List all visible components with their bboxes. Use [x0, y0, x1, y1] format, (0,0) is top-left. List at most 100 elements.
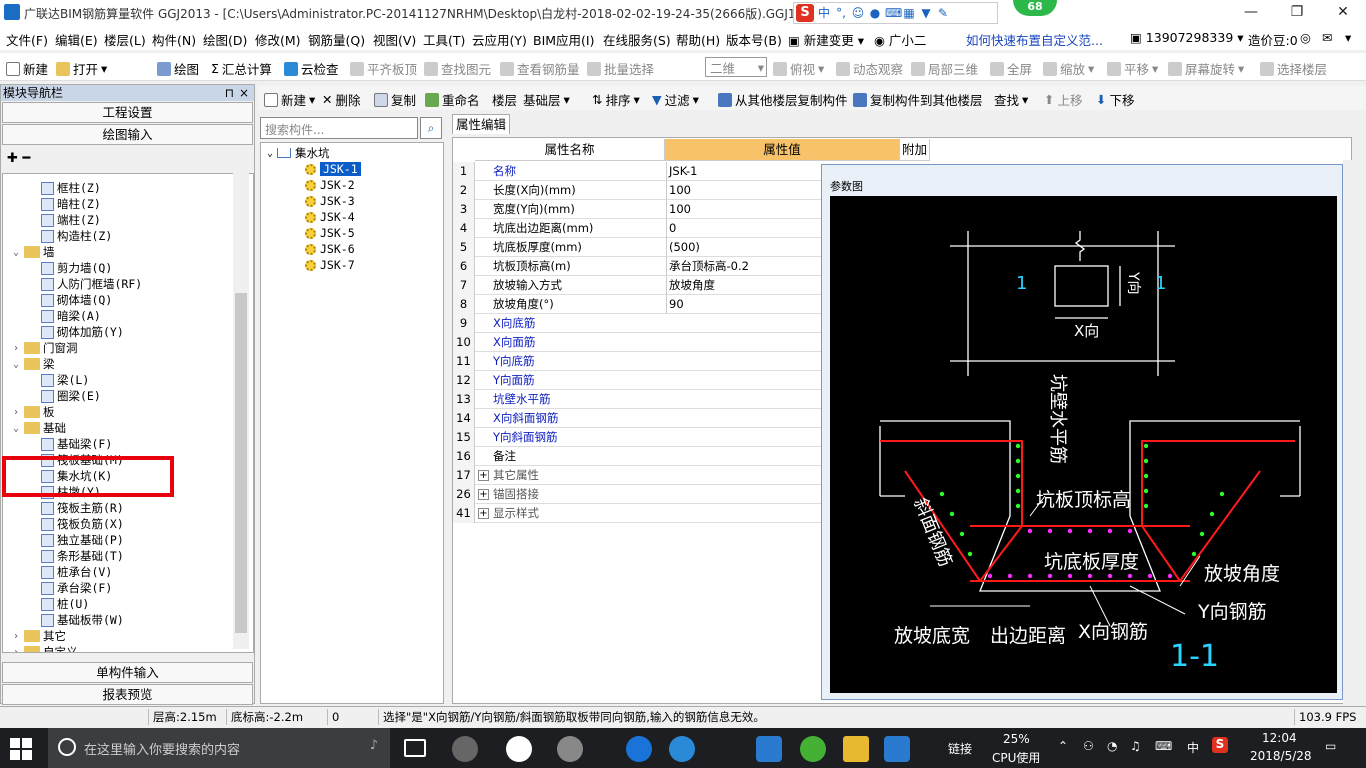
account-menu[interactable]: ▣ 13907298339 ▾: [1130, 30, 1244, 45]
property-row[interactable]: 26 + 锚固搭接: [453, 485, 823, 504]
property-row[interactable]: 1 名称 JSK-1: [453, 162, 823, 181]
collapse-icon[interactable]: ⌄: [267, 148, 273, 159]
tree-folder[interactable]: ⌄ 基础: [11, 420, 66, 436]
coin-icon[interactable]: ◎: [1300, 30, 1311, 45]
property-value[interactable]: 100: [666, 200, 823, 219]
property-row[interactable]: 11 Y向底筋: [453, 352, 823, 371]
microphone-icon[interactable]: ♪: [370, 738, 378, 753]
tree-item[interactable]: 端柱(Z): [41, 212, 101, 228]
mail-icon[interactable]: ✉: [1322, 30, 1332, 45]
property-row[interactable]: 41 + 显示样式: [453, 504, 823, 523]
property-value[interactable]: JSK-1: [666, 162, 823, 181]
fan-app-icon[interactable]: [452, 736, 478, 762]
expand-icon[interactable]: ›: [11, 343, 21, 354]
collapse-icon[interactable]: ⌄: [11, 247, 21, 258]
menu-version[interactable]: 版本号(B): [726, 30, 782, 49]
menu-draw[interactable]: 绘图(D): [203, 30, 247, 49]
notification-icon[interactable]: ▭: [1325, 739, 1336, 753]
tree-folder[interactable]: › 其它: [11, 628, 66, 644]
ime-toolbar[interactable]: S 中 °, ☺ ● ⌨ ▦ ▼ ✎: [793, 2, 998, 24]
expand-icon[interactable]: ›: [11, 631, 21, 642]
drawing-input-button[interactable]: 绘图输入: [2, 124, 253, 145]
tree-item[interactable]: 框柱(Z): [41, 180, 101, 196]
keyboard-icon[interactable]: ⌨: [885, 6, 902, 20]
wifi-icon[interactable]: ◔: [1107, 739, 1117, 753]
clock-date[interactable]: 2018/5/28: [1250, 749, 1312, 763]
tree-folder[interactable]: › 自定义: [11, 644, 78, 652]
property-row[interactable]: 13 坑壁水平筋: [453, 390, 823, 409]
clock-time[interactable]: 12:04: [1262, 731, 1297, 745]
property-value[interactable]: (500): [666, 238, 823, 257]
badge-68[interactable]: 68: [1013, 0, 1057, 16]
batch-select-button[interactable]: 批量选择: [587, 59, 654, 78]
property-row[interactable]: 12 Y向面筋: [453, 371, 823, 390]
find-element-button[interactable]: 查找图元: [424, 59, 491, 78]
menu-help[interactable]: 帮助(H): [676, 30, 720, 49]
open-button[interactable]: 打开 ▾: [56, 59, 107, 78]
green-app-icon[interactable]: [800, 736, 826, 762]
tree-folder[interactable]: ⌄ 梁: [11, 356, 55, 372]
more-icon[interactable]: ▾: [1345, 30, 1351, 45]
close-button[interactable]: ✕: [1320, 0, 1366, 25]
property-value[interactable]: 100: [666, 181, 823, 200]
emoji-icon[interactable]: ☺: [851, 6, 865, 20]
left-tree-scrollbar[interactable]: [233, 173, 249, 649]
plus-app-icon[interactable]: [884, 736, 910, 762]
skin-icon[interactable]: ▦: [902, 6, 916, 20]
property-row[interactable]: 14 X向斜面钢筋: [453, 409, 823, 428]
hint-link[interactable]: 如何快速布置自定义范...: [966, 30, 1103, 49]
tree-folder[interactable]: ⌄ 墙: [11, 244, 55, 260]
people-icon[interactable]: ⚇: [1083, 739, 1094, 753]
tree-item[interactable]: 砌体墙(Q): [41, 292, 112, 308]
tree-folder[interactable]: › 门窗洞: [11, 340, 78, 356]
menu-file[interactable]: 文件(F): [6, 30, 48, 49]
property-row[interactable]: 10 X向面筋: [453, 333, 823, 352]
keyboard-tray-icon[interactable]: ⌨: [1155, 739, 1172, 753]
tree-item[interactable]: 人防门框墙(RF): [41, 276, 142, 292]
chrome-icon[interactable]: [557, 736, 583, 762]
close-panel-icon[interactable]: ×: [239, 85, 249, 101]
ime-mode-label[interactable]: 中: [817, 6, 831, 20]
tree-item[interactable]: 构造柱(Z): [41, 228, 112, 244]
menu-floor[interactable]: 楼层(L): [104, 30, 146, 49]
property-value[interactable]: 0: [666, 219, 823, 238]
top-view-button[interactable]: 俯视 ▾: [773, 59, 824, 78]
property-row[interactable]: 16 备注: [453, 447, 823, 466]
tree-item[interactable]: 基础板带(W): [41, 612, 124, 628]
view-rebar-button[interactable]: 查看钢筋量: [500, 59, 580, 78]
tree-item[interactable]: 圈梁(E): [41, 388, 101, 404]
menu-cloud[interactable]: 云应用(Y): [472, 30, 527, 49]
cloud-check-button[interactable]: 云检查: [284, 59, 339, 78]
view-mode-select[interactable]: 二维 ▾: [705, 57, 767, 77]
pin-icon[interactable]: ⊓: [225, 85, 234, 101]
component-item[interactable]: JSK-4: [305, 209, 355, 225]
wrench-icon[interactable]: ✎: [936, 6, 950, 20]
menu-bim[interactable]: BIM应用(I): [533, 30, 595, 49]
tree-item[interactable]: 筏板负筋(X): [41, 516, 124, 532]
comp-delete-button[interactable]: ✕ 删除: [322, 90, 361, 109]
draw-button[interactable]: 绘图: [157, 59, 199, 78]
expand-all-icon[interactable]: ✚: [7, 151, 18, 166]
component-item[interactable]: JSK-1: [305, 161, 361, 177]
tray-ime[interactable]: 中: [1187, 739, 1199, 756]
volume-icon[interactable]: ♫: [1130, 739, 1141, 753]
flush-board-top-button[interactable]: 平齐板顶: [350, 59, 417, 78]
tab-property-edit[interactable]: 属性编辑: [452, 114, 510, 134]
component-item[interactable]: JSK-7: [305, 257, 355, 273]
assistant-menu[interactable]: ◉ 广小二: [874, 30, 926, 49]
property-row[interactable]: 8 放坡角度(°) 90: [453, 295, 823, 314]
search-icon[interactable]: ⌕: [420, 117, 442, 139]
menu-component[interactable]: 构件(N): [152, 30, 196, 49]
menu-tools[interactable]: 工具(T): [423, 30, 465, 49]
menu-view[interactable]: 视图(V): [373, 30, 416, 49]
dynamic-view-button[interactable]: 动态观察: [836, 59, 903, 78]
zoom-button[interactable]: 缩放 ▾: [1043, 59, 1094, 78]
single-input-button[interactable]: 单构件输入: [2, 662, 253, 683]
new-button[interactable]: 新建: [6, 59, 48, 78]
restore-button[interactable]: ❐: [1274, 0, 1320, 25]
comp-new-button[interactable]: 新建 ▾: [264, 90, 315, 109]
component-item[interactable]: JSK-6: [305, 241, 355, 257]
glodon-icon[interactable]: [756, 736, 782, 762]
component-search-input[interactable]: 搜索构件...: [260, 117, 418, 139]
sogou-tray-icon[interactable]: S: [1212, 737, 1228, 753]
